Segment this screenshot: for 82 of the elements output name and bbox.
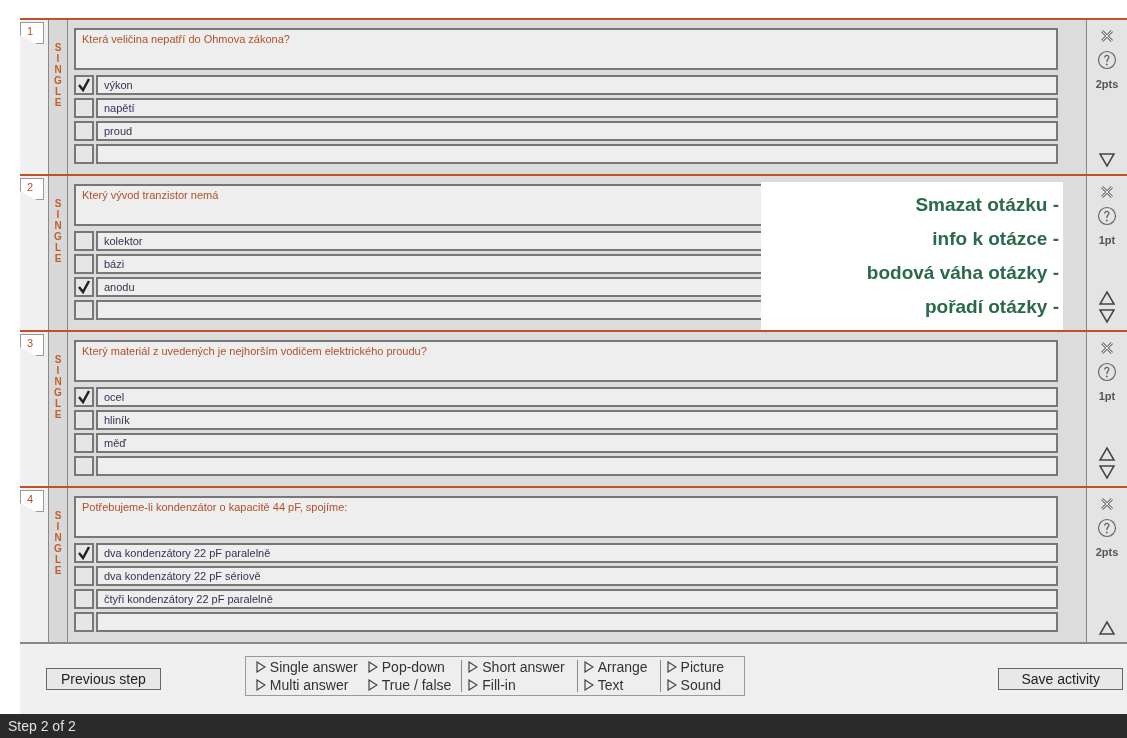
play-icon: [666, 661, 677, 673]
question-type-button[interactable]: Text: [583, 676, 648, 694]
points-label[interactable]: 1pt: [1098, 232, 1116, 249]
answer-field[interactable]: [96, 144, 1058, 164]
play-icon: [468, 679, 479, 691]
question-type-button[interactable]: Arrange: [583, 658, 648, 676]
question-type-button[interactable]: Picture: [666, 658, 725, 676]
answer-field[interactable]: hliník: [96, 410, 1058, 430]
check-icon: [77, 546, 91, 560]
question-type-button[interactable]: Sound: [666, 676, 725, 694]
question-field[interactable]: Která veličina nepatří do Ohmova zákona?: [74, 28, 1058, 70]
answer-checkbox[interactable]: [74, 543, 94, 563]
points-label[interactable]: 1pt: [1098, 388, 1116, 405]
answer-checkbox[interactable]: [74, 98, 94, 118]
answer-checkbox[interactable]: [74, 566, 94, 586]
play-icon: [666, 679, 677, 691]
answer-checkbox[interactable]: [74, 231, 94, 251]
check-icon: [77, 78, 91, 92]
annotation-text: pořadí otázky -: [924, 295, 1059, 319]
question-type-button[interactable]: Fill-in: [468, 676, 565, 694]
answer-field[interactable]: dva kondenzátory 22 pF paralelně: [96, 543, 1058, 563]
answer-field[interactable]: [96, 456, 1058, 476]
play-icon: [367, 661, 378, 673]
help-icon[interactable]: [1097, 50, 1117, 70]
answer-checkbox[interactable]: [74, 433, 94, 453]
answer-checkbox[interactable]: [74, 121, 94, 141]
answer-checkbox[interactable]: [74, 456, 94, 476]
answer-checkbox[interactable]: [74, 144, 94, 164]
points-label[interactable]: 2pts: [1095, 76, 1119, 93]
annotation-text: Smazat otázku -: [915, 193, 1059, 217]
play-icon: [583, 661, 594, 673]
answer-checkbox[interactable]: [74, 410, 94, 430]
answer-checkbox[interactable]: [74, 300, 94, 320]
answer-field[interactable]: výkon: [96, 75, 1058, 95]
play-icon: [255, 661, 266, 673]
question-field[interactable]: Potřebujeme-li kondenzátor o kapacitě 44 pF, spojíme:: [74, 496, 1058, 538]
move-down-icon[interactable]: [1098, 464, 1116, 480]
play-icon: [583, 679, 594, 691]
delete-icon[interactable]: [1099, 184, 1115, 200]
answer-checkbox[interactable]: [74, 589, 94, 609]
question-type-label: SINGLE: [54, 354, 62, 422]
answer-checkbox[interactable]: [74, 387, 94, 407]
check-icon: [77, 280, 91, 294]
previous-step-button[interactable]: Previous step: [46, 668, 161, 690]
save-activity-button[interactable]: Save activity: [998, 668, 1123, 690]
answer-field[interactable]: napětí: [96, 98, 1058, 118]
move-up-icon[interactable]: [1098, 446, 1116, 462]
answer-field[interactable]: proud: [96, 121, 1058, 141]
question-type-button[interactable]: Short answer: [468, 658, 565, 676]
delete-icon[interactable]: [1099, 28, 1115, 44]
question-type-label: SINGLE: [54, 510, 62, 578]
help-icon[interactable]: [1097, 518, 1117, 538]
play-icon: [367, 679, 378, 691]
question-type-button[interactable]: True / false: [367, 676, 452, 694]
question-type-button[interactable]: Single answer: [255, 658, 358, 676]
question-type-button[interactable]: Pop-down: [367, 658, 452, 676]
delete-icon[interactable]: [1099, 340, 1115, 356]
answer-field[interactable]: [96, 612, 1058, 632]
play-icon: [468, 661, 479, 673]
answer-checkbox[interactable]: [74, 254, 94, 274]
question-type-label: SINGLE: [54, 42, 62, 110]
move-up-icon[interactable]: [1098, 290, 1116, 306]
answer-field[interactable]: měď: [96, 433, 1058, 453]
answer-checkbox[interactable]: [74, 75, 94, 95]
answer-field[interactable]: ocel: [96, 387, 1058, 407]
check-icon: [77, 390, 91, 404]
help-icon[interactable]: [1097, 362, 1117, 382]
answer-field[interactable]: čtyři kondenzátory 22 pF paralelně: [96, 589, 1058, 609]
move-up-icon[interactable]: [1098, 620, 1116, 636]
answer-field[interactable]: dva kondenzátory 22 pF sériově: [96, 566, 1058, 586]
question-type-button[interactable]: Multi answer: [255, 676, 358, 694]
answer-checkbox[interactable]: [74, 277, 94, 297]
move-down-icon[interactable]: [1098, 308, 1116, 324]
question-type-label: SINGLE: [54, 198, 62, 266]
play-icon: [255, 679, 266, 691]
delete-icon[interactable]: [1099, 496, 1115, 512]
move-down-icon[interactable]: [1098, 152, 1116, 168]
question-field[interactable]: Který materiál z uvedených je nejhorším vodičem elektrického proudu?: [74, 340, 1058, 382]
answer-checkbox[interactable]: [74, 612, 94, 632]
points-label[interactable]: 2pts: [1095, 544, 1119, 561]
help-icon[interactable]: [1097, 206, 1117, 226]
status-bar: Step 2 of 2: [0, 714, 1127, 738]
